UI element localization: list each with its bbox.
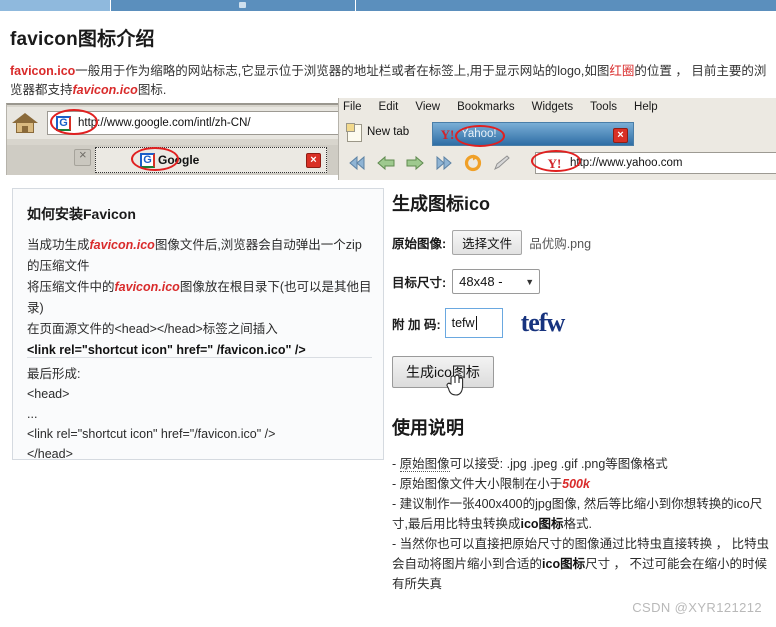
menu-item-widgets[interactable]: Widgets — [532, 101, 574, 113]
usage-item3-bold: ico图标 — [520, 517, 564, 531]
intro-highlight: 红圈 — [609, 64, 635, 78]
install-line3: 在页面源文件的<head></head>标签之间插入 — [27, 322, 278, 336]
generate-ico-form: 生成图标ico 原始图像: 选择文件 品优购.png 目标尺寸: 48x48 -… — [392, 190, 772, 594]
rewind-icon[interactable] — [346, 153, 368, 173]
install-line1-italic: favicon.ico — [89, 238, 155, 252]
intro-lead: favicon.ico — [10, 64, 76, 78]
extra-code-value: tefw — [451, 316, 475, 330]
install-panel-title: 如何安装Favicon — [27, 206, 136, 222]
intro-text-1: 一般用于作为缩略的网站标志,它显示位于浏览器的地址栏或者在标签上,用于显示网站的… — [75, 64, 610, 78]
usage-list: - 原始图像可以接受: .jpg .jpeg .gif .png等图像格式 - … — [392, 454, 770, 594]
tab-close-grey-icon[interactable] — [74, 147, 91, 166]
forward-icon[interactable] — [404, 153, 426, 173]
extra-code-label: 附 加 码: — [392, 317, 441, 332]
usage-item3-tail: 格式. — [563, 517, 593, 531]
target-size-select[interactable]: 48x48 - ▼ — [452, 269, 541, 294]
form-title: 生成图标ico — [392, 194, 491, 214]
yahoo-browser-screenshot: File Edit View Bookmarks Widgets Tools H… — [338, 98, 776, 180]
edit-pencil-icon[interactable] — [491, 153, 513, 173]
extra-code-row: 附 加 码: tefw tefw — [392, 308, 772, 338]
google-browser-screenshot: G http://www.google.com/intl/zh-CN/ G Go… — [6, 103, 354, 175]
menu-item-file[interactable]: File — [343, 101, 362, 113]
install-panel-divider — [27, 357, 372, 358]
home-icon — [12, 111, 38, 135]
usage-item4-bold: ico图标 — [542, 557, 586, 571]
source-image-row: 原始图像: 选择文件 品优购.png — [392, 230, 772, 255]
target-size-value: 48x48 - — [459, 274, 503, 289]
target-size-row: 目标尺寸: 48x48 - ▼ — [392, 269, 772, 294]
red-ring-yahoo-address-favicon — [531, 150, 581, 172]
reload-icon[interactable] — [462, 153, 484, 173]
browser-tab-3[interactable] — [356, 0, 776, 11]
intro-italic: favicon.ico — [72, 83, 138, 97]
usage-item2-limit: 500k — [562, 477, 590, 491]
menu-item-help[interactable]: Help — [634, 101, 658, 113]
install-panel-result: 最后形成: <head> ... <link rel="shortcut ico… — [27, 364, 372, 464]
result-line-4: </head> — [27, 447, 73, 461]
google-tab[interactable]: G Google × — [95, 147, 327, 173]
result-line-3: <link rel="shortcut icon" href="/favicon… — [27, 427, 276, 441]
tabstrip-underline — [0, 11, 776, 14]
yahoo-menubar[interactable]: File Edit View Bookmarks Widgets Tools H… — [343, 101, 658, 113]
page-title: favicon图标介绍 — [10, 29, 155, 50]
yahoo-tab-row: New tab Y! Yahoo! × — [339, 122, 776, 146]
red-ring-tab-favicon — [131, 147, 179, 171]
yahoo-url-text: http://www.yahoo.com — [570, 157, 683, 169]
source-image-label: 原始图像: — [392, 237, 447, 251]
install-panel-body: 当成功生成favicon.ico图像文件后,浏览器会自动弹出一个zip的压缩文件… — [27, 235, 372, 361]
selected-file-name: 品优购.png — [529, 237, 592, 251]
chevron-down-icon: ▼ — [525, 276, 535, 287]
result-line-1: <head> — [27, 387, 70, 401]
browser-tab-2[interactable] — [111, 0, 355, 11]
install-favicon-panel: 如何安装Favicon 当成功生成favicon.ico图像文件后,浏览器会自动… — [12, 188, 384, 461]
install-code-main: <link rel="shortcut icon" href=" /favico… — [27, 343, 306, 357]
red-ring-yahoo-tab-favicon — [455, 125, 505, 147]
back-icon[interactable] — [375, 153, 397, 173]
google-tab-row: G Google × — [7, 145, 354, 175]
captcha-image[interactable]: tefw — [521, 308, 566, 338]
result-line-2: ... — [27, 407, 38, 421]
red-ring-address-favicon — [50, 109, 98, 135]
extra-code-input[interactable]: tefw — [444, 308, 503, 338]
intro-text-3: 图标. — [137, 83, 167, 97]
install-line2-italic: favicon.ico — [114, 280, 180, 294]
install-line1-a: 当成功生成 — [27, 238, 90, 252]
usage-item1-underline: 原始图像 — [399, 457, 450, 472]
browser-tab-1[interactable] — [0, 0, 110, 11]
usage-item-1: - 原始图像可以接受: .jpg .jpeg .gif .png等图像格式 — [392, 454, 770, 474]
usage-item-2: - 原始图像文件大小限制在小于500k — [392, 474, 770, 494]
new-tab-icon[interactable] — [346, 123, 362, 142]
hand-cursor-icon — [445, 373, 467, 399]
usage-item1-text: 可以接受: .jpg .jpeg .gif .png等图像格式 — [449, 457, 668, 471]
browser-tabstrip[interactable] — [0, 0, 776, 11]
usage-title: 使用说明 — [392, 418, 464, 438]
csdn-watermark: CSDN @XYR121212 — [632, 600, 762, 615]
new-tab-label[interactable]: New tab — [367, 126, 409, 138]
google-tab-close-icon[interactable]: × — [306, 153, 321, 168]
install-line2-a: 将压缩文件中的 — [27, 280, 115, 294]
generate-ico-button[interactable]: 生成ico图标 — [392, 356, 494, 396]
text-caret — [475, 316, 477, 330]
fast-forward-icon[interactable] — [433, 153, 455, 173]
generate-ico-button-label: 生成ico图标 — [406, 364, 480, 380]
usage-item-3: - 建议制作一张400x400的jpg图像, 然后等比缩小到你想转换的ico尺寸… — [392, 494, 770, 534]
choose-file-button[interactable]: 选择文件 — [452, 230, 523, 255]
google-url-text: http://www.google.com/intl/zh-CN/ — [78, 117, 251, 129]
menu-item-bookmarks[interactable]: Bookmarks — [457, 101, 515, 113]
usage-item-4: - 当然你也可以直接把原始尺寸的图像通过比特虫直接转换 ， 比特虫会自动将图片缩… — [392, 534, 770, 594]
usage-item2-text: - 原始图像文件大小限制在小于 — [392, 477, 563, 491]
menu-item-tools[interactable]: Tools — [590, 101, 617, 113]
result-label: 最后形成: — [27, 367, 81, 381]
target-size-label: 目标尺寸: — [392, 276, 447, 290]
intro-paragraph: favicon.ico一般用于作为缩略的网站标志,它显示位于浏览器的地址栏或者在… — [10, 62, 770, 100]
usage-item1-prefix: - — [392, 457, 400, 471]
yahoo-tab-close-icon[interactable]: × — [613, 128, 628, 143]
menu-item-edit[interactable]: Edit — [379, 101, 399, 113]
menu-item-view[interactable]: View — [415, 101, 440, 113]
